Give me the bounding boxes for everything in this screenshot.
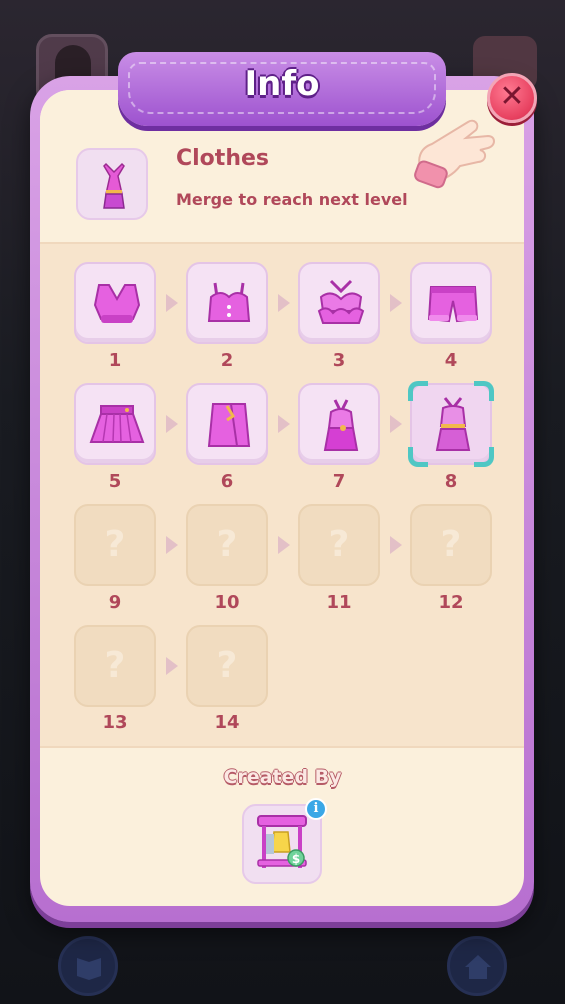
chain-cell-4[interactable] bbox=[410, 262, 492, 344]
chain-level-label: 4 bbox=[444, 350, 458, 371]
chain-level-label: 1 bbox=[108, 350, 122, 371]
question-mark-icon: ? bbox=[104, 645, 126, 686]
chain-cell-13[interactable]: ? bbox=[74, 625, 156, 707]
pink-belted-dress-icon bbox=[103, 162, 125, 209]
chain-cell-8[interactable] bbox=[408, 381, 494, 467]
home-icon bbox=[465, 955, 491, 979]
collection-book-button bbox=[58, 936, 118, 996]
info-icon[interactable]: i bbox=[305, 798, 327, 820]
chain-cell-3[interactable] bbox=[298, 262, 380, 344]
book-icon bbox=[77, 958, 101, 980]
item-name: Clothes bbox=[176, 146, 269, 171]
chain-level-label: 3 bbox=[332, 350, 346, 371]
pink-pleated-skirt-icon bbox=[89, 405, 145, 443]
chain-cell-5[interactable] bbox=[74, 383, 156, 465]
question-mark-icon: ? bbox=[104, 524, 126, 565]
pink-halter-dress-icon bbox=[323, 399, 359, 451]
chain-cell-7[interactable] bbox=[298, 383, 380, 465]
chain-arrow bbox=[278, 294, 290, 312]
pink-shorts-icon bbox=[427, 286, 479, 323]
chain-arrow bbox=[390, 536, 402, 554]
selection-corner bbox=[408, 381, 428, 401]
chain-cell-10[interactable]: ? bbox=[186, 504, 268, 586]
current-item-icon bbox=[76, 148, 148, 220]
home-button bbox=[447, 936, 507, 996]
selection-corner bbox=[408, 447, 428, 467]
modal-title: Info bbox=[244, 64, 320, 104]
question-mark-icon: ? bbox=[328, 524, 350, 565]
chain-level-label: 5 bbox=[108, 471, 122, 492]
chain-cell-11[interactable]: ? bbox=[298, 504, 380, 586]
pink-bustier-top-icon bbox=[207, 282, 251, 322]
chain-cell-12[interactable]: ? bbox=[410, 504, 492, 586]
title-ribbon: Info bbox=[118, 52, 446, 126]
chain-level-label: 7 bbox=[332, 471, 346, 492]
chain-arrow bbox=[278, 415, 290, 433]
chain-arrow bbox=[390, 294, 402, 312]
chain-arrow bbox=[390, 415, 402, 433]
chain-cell-2[interactable] bbox=[186, 262, 268, 344]
question-mark-icon: ? bbox=[216, 645, 238, 686]
chain-level-label: 11 bbox=[326, 592, 352, 613]
pink-crop-top-icon bbox=[93, 284, 141, 323]
created-by-label: Created By bbox=[223, 766, 342, 788]
question-mark-icon: ? bbox=[216, 524, 238, 565]
question-mark-icon: ? bbox=[440, 524, 462, 565]
pink-ruffle-halter-top-icon bbox=[317, 279, 365, 324]
chain-level-label: 12 bbox=[438, 592, 464, 613]
chain-cell-9[interactable]: ? bbox=[74, 504, 156, 586]
chain-arrow bbox=[166, 415, 178, 433]
chain-arrow bbox=[278, 536, 290, 554]
chain-level-label: 9 bbox=[108, 592, 122, 613]
item-description: Merge to reach next level bbox=[176, 190, 408, 209]
chain-level-label: 6 bbox=[220, 471, 234, 492]
svg-text:$: $ bbox=[292, 852, 300, 866]
chain-level-label: 14 bbox=[214, 712, 240, 733]
chain-cell-1[interactable] bbox=[74, 262, 156, 344]
pink-wrap-skirt-icon bbox=[207, 403, 251, 447]
chain-cell-6[interactable] bbox=[186, 383, 268, 465]
chain-arrow bbox=[166, 536, 178, 554]
chain-level-label: 13 bbox=[102, 712, 128, 733]
chain-level-label: 8 bbox=[444, 471, 458, 492]
selection-corner bbox=[474, 447, 494, 467]
chain-level-label: 10 bbox=[214, 592, 240, 613]
chain-arrow bbox=[166, 657, 178, 675]
selection-corner bbox=[474, 381, 494, 401]
chain-level-label: 2 bbox=[220, 350, 234, 371]
tutorial-hand-icon bbox=[414, 119, 495, 189]
chain-arrow bbox=[166, 294, 178, 312]
chain-cell-14[interactable]: ? bbox=[186, 625, 268, 707]
